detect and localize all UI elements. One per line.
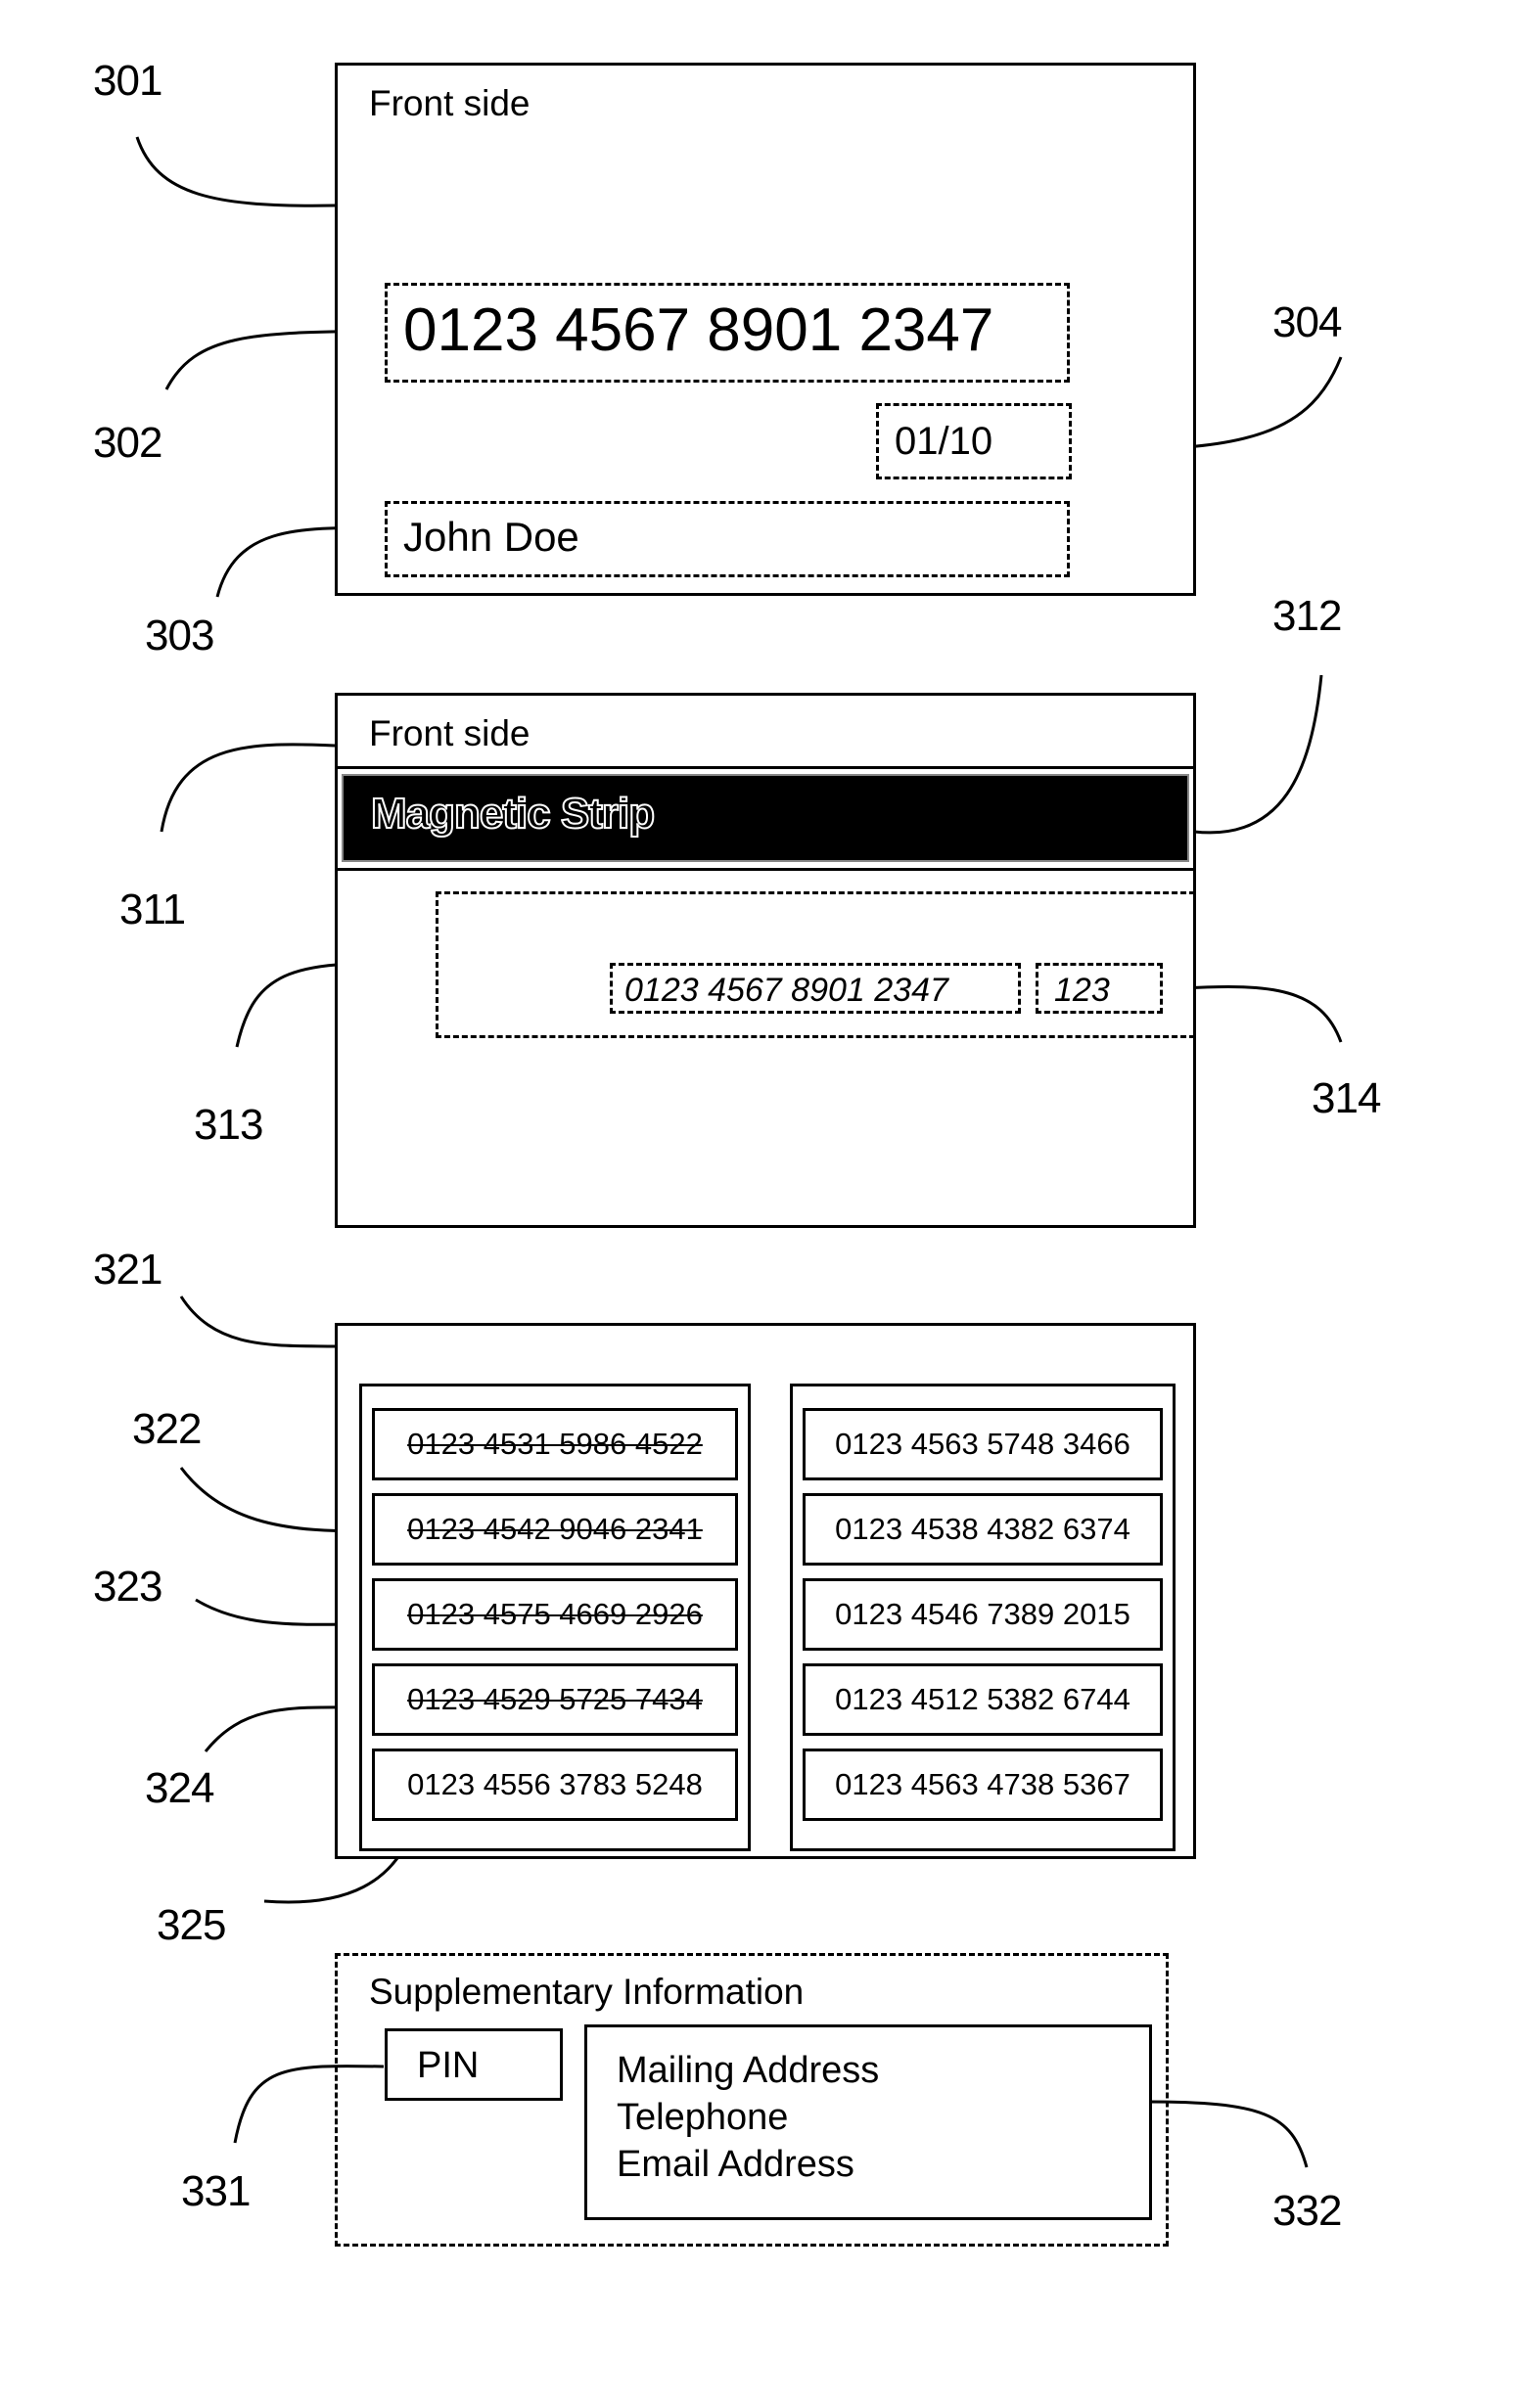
card-number-value: 0123 4567 8901 2347	[403, 296, 994, 364]
number-list-panel: 0123 4531 5986 4522 0123 4542 9046 2341 …	[335, 1323, 1196, 1859]
leader-321	[179, 1295, 336, 1348]
supplementary-title: Supplementary Information	[369, 1972, 805, 2012]
pin-label: PIN	[417, 2045, 480, 2086]
right-number-column: 0123 4563 5748 3466 0123 4538 4382 6374 …	[790, 1384, 1176, 1851]
ref-304: 304	[1272, 298, 1342, 346]
ref-332: 332	[1272, 2187, 1342, 2235]
card-front-panel: Front side 0123 4567 8901 2347 01/10 Joh…	[335, 63, 1196, 596]
number-item[interactable]: 0123 4575 4669 2926	[372, 1578, 738, 1651]
ref-325: 325	[157, 1901, 226, 1949]
divider	[338, 868, 1193, 871]
cvv-field: 123	[1036, 963, 1163, 1014]
magnetic-strip: Magnetic Strip	[342, 774, 1189, 862]
number-item[interactable]: 0123 4542 9046 2341	[372, 1493, 738, 1566]
contact-telephone: Telephone	[617, 2097, 789, 2138]
card-back-title: Front side	[369, 713, 530, 753]
magnetic-strip-label: Magnetic Strip	[370, 789, 656, 839]
contact-lines: Mailing Address Telephone Email Address	[617, 2047, 879, 2188]
ref-301: 301	[93, 57, 162, 105]
back-card-number-field: 0123 4567 8901 2347	[610, 963, 1021, 1014]
number-item[interactable]: 0123 4563 4738 5367	[803, 1749, 1163, 1821]
card-front-title: Front side	[369, 83, 530, 123]
leader-332	[1144, 2100, 1309, 2168]
leader-312	[1193, 674, 1323, 835]
expiry-field: 01/10	[876, 403, 1072, 479]
divider	[338, 766, 1193, 769]
ref-314: 314	[1312, 1074, 1381, 1122]
ref-324: 324	[145, 1764, 214, 1812]
ref-323: 323	[93, 1563, 162, 1611]
card-back-panel: Front side Magnetic Strip 0123 4567 8901…	[335, 693, 1196, 1228]
ref-331: 331	[181, 2167, 251, 2215]
contact-info-box: Mailing Address Telephone Email Address	[584, 2024, 1152, 2220]
ref-303: 303	[145, 612, 214, 659]
number-item[interactable]: 0123 4556 3783 5248	[372, 1749, 738, 1821]
back-card-number-value: 0123 4567 8901 2347	[624, 972, 948, 1009]
contact-email-address: Email Address	[617, 2144, 854, 2185]
ref-321: 321	[93, 1246, 162, 1294]
ref-313: 313	[194, 1101, 263, 1149]
number-item[interactable]: 0123 4529 5725 7434	[372, 1663, 738, 1736]
number-item[interactable]: 0123 4538 4382 6374	[803, 1493, 1163, 1566]
contact-mailing-address: Mailing Address	[617, 2050, 880, 2091]
signature-panel: 0123 4567 8901 2347 123	[436, 891, 1195, 1038]
ref-312: 312	[1272, 592, 1342, 640]
ref-302: 302	[93, 419, 162, 467]
holder-name-value: John Doe	[403, 514, 579, 560]
supplementary-panel: Supplementary Information PIN Mailing Ad…	[335, 1953, 1169, 2247]
card-number-field: 0123 4567 8901 2347	[385, 283, 1070, 383]
ref-311: 311	[119, 886, 186, 933]
left-number-column: 0123 4531 5986 4522 0123 4542 9046 2341 …	[359, 1384, 751, 1851]
number-item[interactable]: 0123 4512 5382 6744	[803, 1663, 1163, 1736]
leader-314	[1181, 985, 1343, 1043]
number-item[interactable]: 0123 4546 7389 2015	[803, 1578, 1163, 1651]
number-item[interactable]: 0123 4563 5748 3466	[803, 1408, 1163, 1480]
holder-name-field: John Doe	[385, 501, 1070, 577]
pin-box: PIN	[385, 2028, 563, 2101]
leader-311	[160, 743, 336, 833]
expiry-value: 01/10	[895, 420, 993, 463]
cvv-value: 123	[1054, 972, 1110, 1009]
leader-301	[135, 136, 336, 207]
ref-322: 322	[132, 1405, 202, 1453]
number-item[interactable]: 0123 4531 5986 4522	[372, 1408, 738, 1480]
